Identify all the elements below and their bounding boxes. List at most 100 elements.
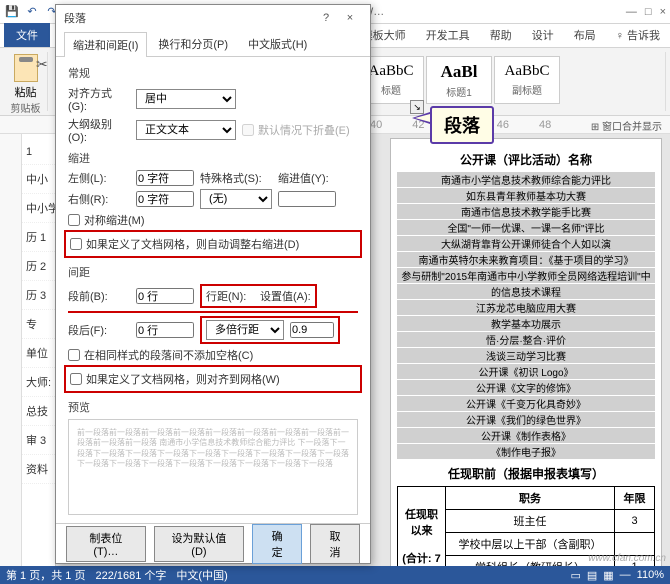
tab-asian[interactable]: 中文版式(H): [239, 31, 316, 56]
grid-indent-label: 如果定义了文档网格，则自动调整右缩进(D): [86, 236, 299, 252]
collapse-label: 默认情况下折叠(E): [258, 122, 350, 138]
highlight-box: 如果定义了文档网格，则对齐到网格(W): [64, 365, 362, 393]
by-input[interactable]: [278, 191, 336, 207]
right-indent-input[interactable]: [136, 191, 194, 207]
callout-arrow-icon: [412, 112, 430, 124]
before-label: 段前(B):: [68, 288, 130, 304]
file-tab[interactable]: 文件: [4, 23, 50, 47]
section-general: 常规: [68, 65, 358, 81]
tell-me[interactable]: ♀ 告诉我: [606, 23, 670, 47]
mirror-checkbox[interactable]: [68, 214, 80, 226]
tabs-button[interactable]: 制表位(T)…: [66, 526, 146, 562]
status-words[interactable]: 222/1681 个字: [95, 567, 166, 583]
clipboard-group: 粘贴 ✂ 剪贴板: [4, 52, 48, 111]
strip-cell: 总技: [22, 397, 55, 426]
cancel-button[interactable]: 取消: [310, 524, 360, 564]
collapse-checkbox: [242, 124, 254, 136]
ribbon-tab[interactable]: 开发工具: [416, 23, 480, 47]
at-label: 设置值(A):: [260, 288, 311, 304]
maximize-button[interactable]: □: [645, 6, 652, 18]
before-input[interactable]: [136, 288, 194, 304]
selected-line: 南通市信息技术教学能手比赛: [397, 204, 655, 219]
view-read-icon[interactable]: ▭: [570, 569, 580, 582]
table-cell: 班主任: [446, 510, 615, 533]
style-item[interactable]: AaBl标题1: [426, 56, 492, 104]
selected-line: 《制作电子报》: [397, 444, 655, 459]
alignment-label: 对齐方式(G):: [68, 85, 130, 113]
line-spacing-select[interactable]: 多倍行距: [206, 320, 284, 340]
strip-cell: 历 1: [22, 223, 55, 252]
dialog-footer: 制表位(T)… 设为默认值(D) 确定 取消: [56, 523, 370, 563]
section-preview: 预览: [68, 399, 358, 415]
outline-select[interactable]: 正文文本: [136, 120, 236, 140]
callout: 段落: [430, 106, 494, 144]
dialog-body: 常规 对齐方式(G): 居中 大纲级别(O): 正文文本 默认情况下折叠(E) …: [56, 57, 370, 523]
strip-cell: 单位: [22, 339, 55, 368]
view-print-icon[interactable]: ▤: [587, 569, 597, 582]
same-style-label: 在相同样式的段落间不添加空格(C): [84, 347, 253, 363]
after-label: 段后(F):: [68, 322, 130, 338]
strip-cell: 中小: [22, 165, 55, 194]
ribbon-tab[interactable]: 帮助: [480, 23, 522, 47]
selected-line: 浅谈三动学习比赛: [397, 348, 655, 363]
selected-line: 公开课《制作表格》: [397, 428, 655, 443]
strip-cell: 历 2: [22, 252, 55, 281]
minimize-button[interactable]: —: [626, 6, 637, 18]
ribbon-tab[interactable]: 设计: [522, 23, 564, 47]
window-merge-label[interactable]: ⊞ 窗口合并显示: [591, 118, 662, 133]
grid-align-checkbox[interactable]: [70, 373, 82, 385]
highlight-box: 如果定义了文档网格，则自动调整右缩进(D): [64, 230, 362, 258]
window-buttons: — □ ×: [626, 6, 666, 18]
col-header: 年限: [615, 487, 655, 510]
close-button[interactable]: ×: [660, 6, 666, 18]
preview-pane: 前一段落前一段落前一段落前一段落前一段落前一段落前一段落前一段落前一段落前一段落…: [68, 419, 358, 515]
line-spacing-label: 行距(N):: [206, 288, 254, 304]
cut-icon[interactable]: ✂: [36, 56, 48, 73]
grid-indent-checkbox[interactable]: [70, 238, 82, 250]
tab-indent-spacing[interactable]: 缩进和间距(I): [64, 32, 147, 57]
selected-line: 公开课《千变万化具奇妙》: [397, 396, 655, 411]
save-icon[interactable]: 💾: [4, 4, 20, 20]
after-input[interactable]: [136, 322, 194, 338]
ribbon-tab[interactable]: 布局: [564, 23, 606, 47]
selected-line: 参与研制"2015年南通市中小学教师全员网络选程培训"中: [397, 268, 655, 283]
dialog-close-button[interactable]: ×: [338, 12, 362, 24]
alignment-select[interactable]: 居中: [136, 89, 236, 109]
set-default-button[interactable]: 设为默认值(D): [154, 526, 244, 562]
same-style-checkbox[interactable]: [68, 349, 80, 361]
clipboard-icon: [14, 54, 38, 82]
selected-line: 公开课《我们的绿色世界》: [397, 412, 655, 427]
vertical-ruler: [0, 134, 22, 566]
strip-cell: 1: [22, 140, 55, 165]
selected-line: 的信息技术课程: [397, 284, 655, 299]
tab-line-page[interactable]: 换行和分页(P): [149, 31, 237, 56]
page-heading: 任现职前（报据申报表填写）: [397, 465, 655, 482]
section-spacing: 间距: [68, 264, 358, 280]
selected-line: 公开课《初识 Logo》: [397, 364, 655, 379]
group-label: 剪贴板: [11, 100, 41, 115]
special-select[interactable]: (无): [200, 189, 272, 209]
left-indent-input[interactable]: [136, 170, 194, 186]
highlight-box: 段前(B): 行距(N): 设置值(A):: [68, 284, 358, 313]
table-cell: 3: [615, 510, 655, 533]
at-input[interactable]: [290, 322, 334, 338]
document-page: 公开课（评比活动）名称 南通市小学信息技术教师综合能力评比如东县青年教师基本功大…: [390, 138, 662, 566]
zoom-level[interactable]: 110%: [637, 569, 664, 581]
dialog-title: 段落: [64, 10, 314, 26]
quick-access-toolbar: 💾 ↶ ↷: [4, 4, 60, 20]
ok-button[interactable]: 确定: [252, 524, 302, 564]
selected-line: 悟·分层·整合·评价: [397, 332, 655, 347]
undo-icon[interactable]: ↶: [24, 4, 40, 20]
status-ime[interactable]: 中文(中国): [176, 567, 227, 583]
style-item[interactable]: AaBbC副标题: [494, 56, 560, 104]
strip-cell: 历 3: [22, 281, 55, 310]
selected-line: 南通市小学信息技术教师综合能力评比: [397, 172, 655, 187]
selected-line: 南通市英特尔未来教育项目：《基于项目的学习》: [397, 252, 655, 267]
paste-label: 粘贴: [15, 84, 37, 100]
paste-button[interactable]: 粘贴: [14, 54, 38, 100]
paragraph-dialog: 段落 ? × 缩进和间距(I) 换行和分页(P) 中文版式(H) 常规 对齐方式…: [55, 4, 371, 564]
status-page[interactable]: 第 1 页，共 1 页: [6, 567, 85, 583]
view-web-icon[interactable]: ▦: [603, 569, 613, 582]
help-button[interactable]: ?: [314, 12, 338, 24]
status-bar: 第 1 页，共 1 页 222/1681 个字 中文(中国) ▭ ▤ ▦ — 1…: [0, 566, 670, 584]
